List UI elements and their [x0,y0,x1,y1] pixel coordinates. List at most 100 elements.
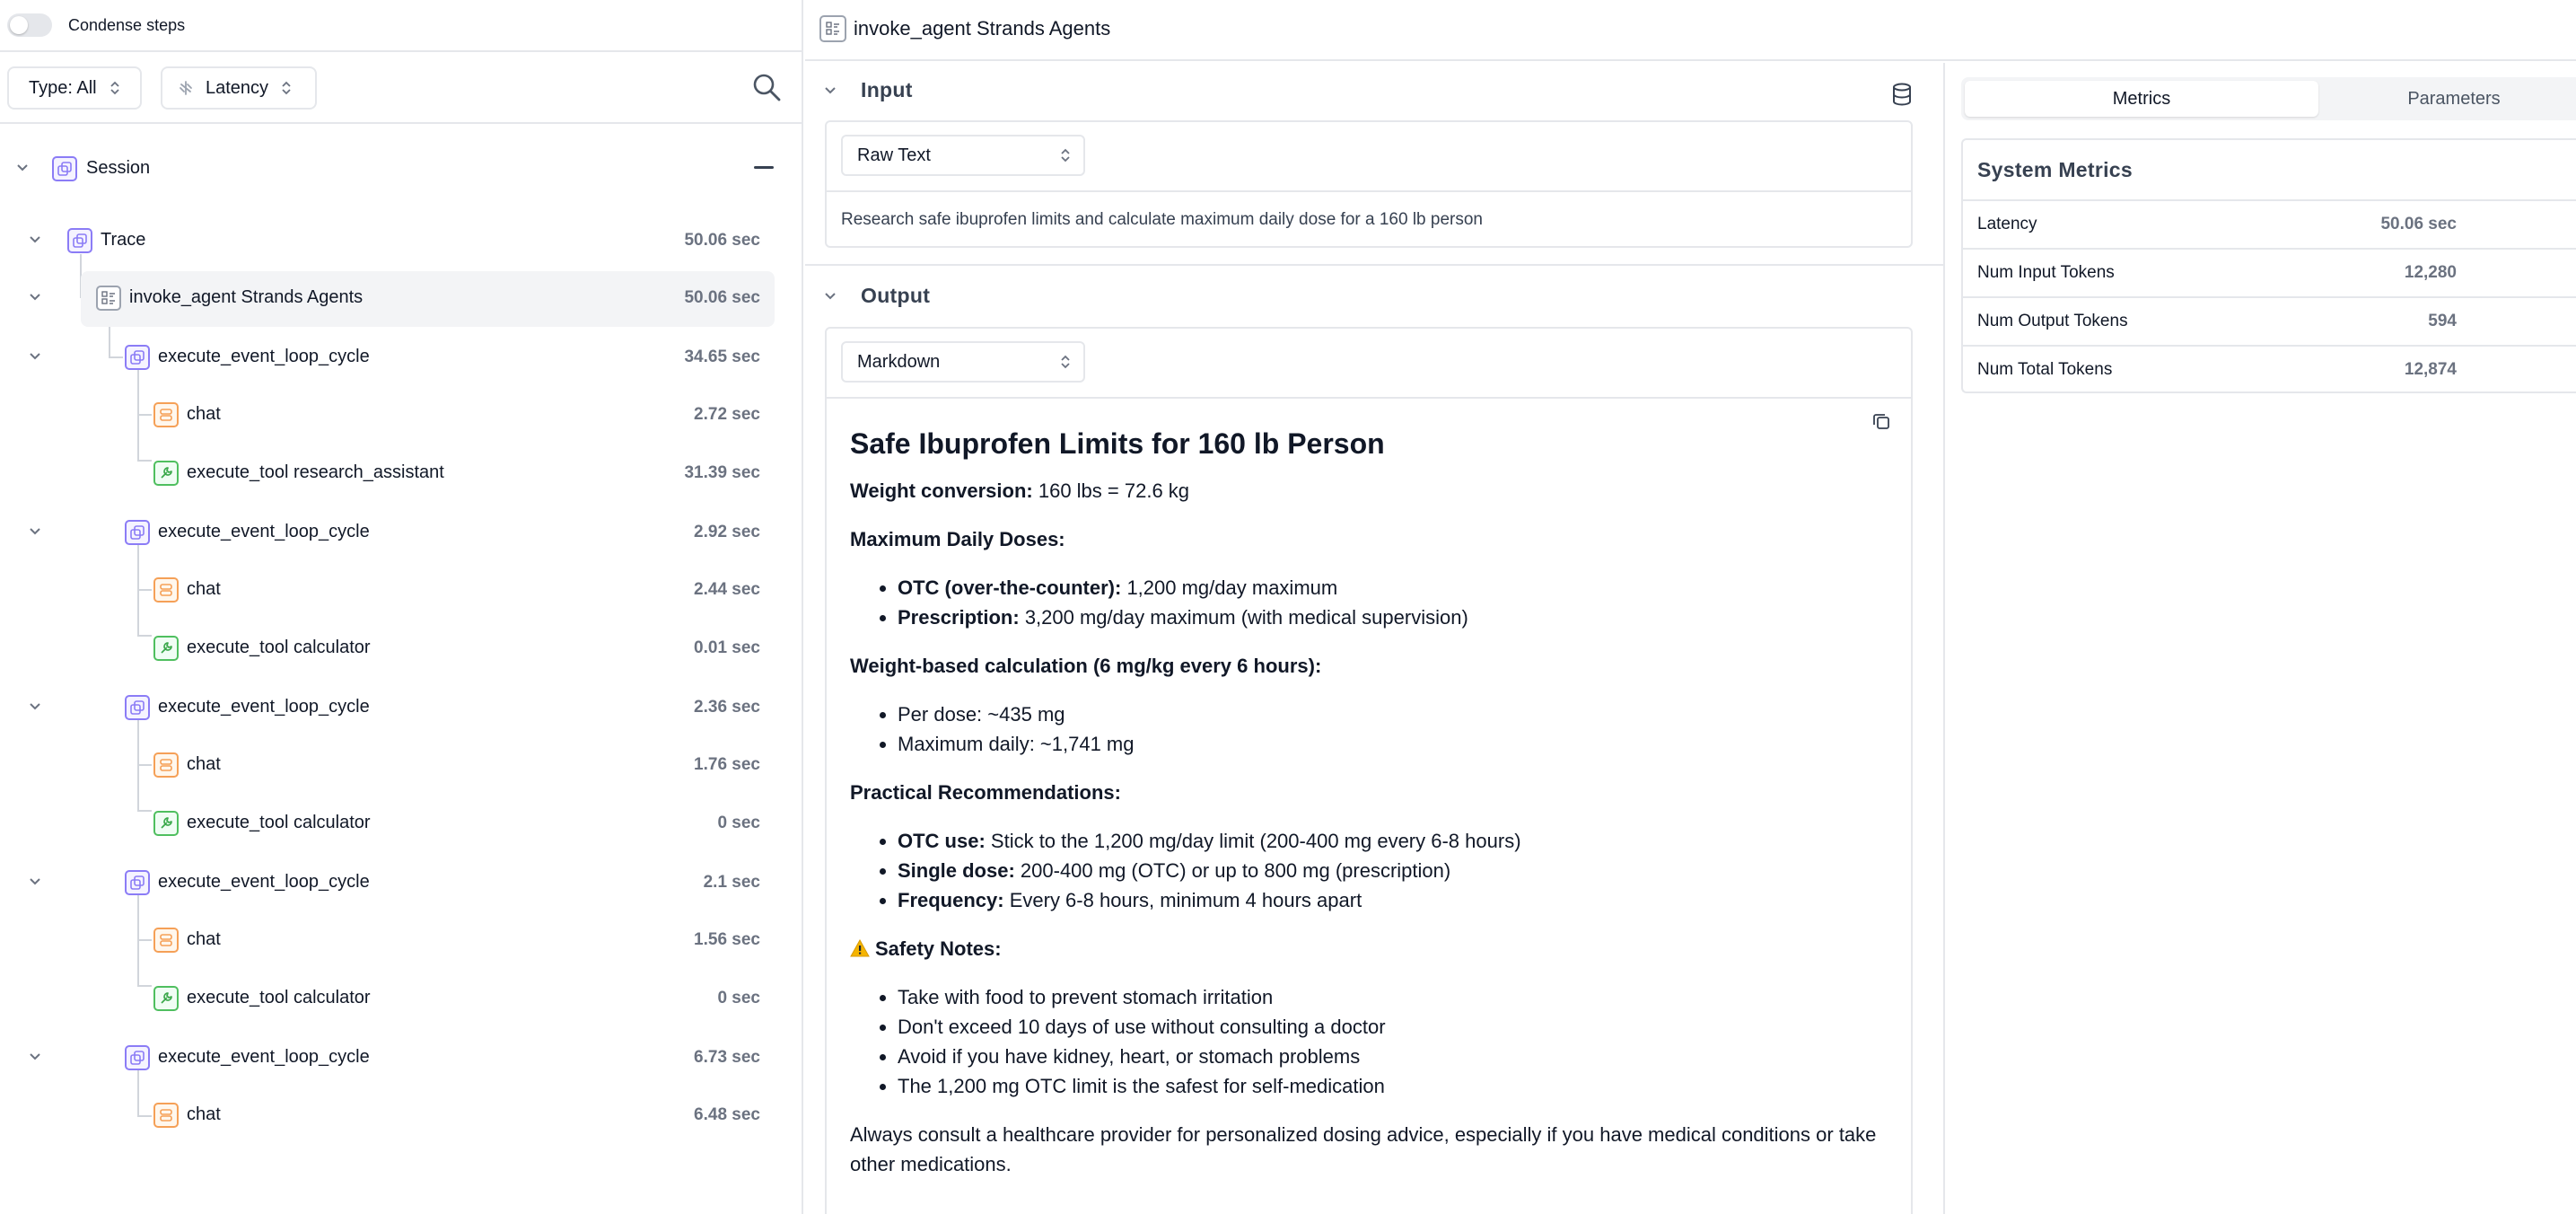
list-item-bold: Prescription: [898,606,1020,629]
tree-row-event-loop[interactable]: execute_event_loop_cycle 6.73 sec [0,1031,803,1083]
tree-row-chat[interactable]: chat 1.76 sec [0,738,803,790]
calc-heading: Weight-based calculation (6 mg/kg every … [850,651,1900,681]
tree-row-tool[interactable]: execute_tool research_assistant 31.39 se… [0,446,803,498]
tree-row-label: execute_tool calculator [187,638,371,657]
max-doses-heading-text: Maximum Daily Doses: [850,528,1065,550]
updown-chevron-icon [110,81,120,95]
safety-heading-text: Safety Notes: [875,937,1002,960]
input-format-value: Raw Text [857,145,931,165]
list-item-bold: Single dose: [898,859,1015,882]
tool-icon [153,461,179,486]
llm-icon [153,752,179,778]
tab-parameters[interactable]: Parameters [2322,81,2576,117]
tree-row-latency: 2.44 sec [694,580,760,599]
tree-row-event-loop[interactable]: execute_event_loop_cycle 2.36 sec [0,681,803,733]
tree-row-label: chat [187,579,221,599]
chevron-down-icon[interactable] [28,290,42,304]
chevron-down-icon[interactable] [823,84,837,98]
detail-header: invoke_agent Strands Agents [805,0,2576,61]
tree-row-label: chat [187,929,221,949]
span-detail-panel: invoke_agent Strands Agents Input Raw Te… [805,0,2576,1214]
loop-icon [125,695,150,720]
agent-icon [96,286,121,311]
metric-row: Num Input Tokens 12,280 [1963,248,2576,296]
input-format-select[interactable]: Raw Text [841,135,1085,176]
detail-title: invoke_agent Strands Agents [854,17,1111,40]
tree-row-invoke-agent[interactable]: invoke_agent Strands Agents 50.06 sec [0,271,803,327]
tree-row-latency: 6.48 sec [694,1105,760,1124]
warning-icon [850,936,870,957]
tree-row-chat[interactable]: chat 2.72 sec [0,388,803,440]
list-item: Prescription: 3,200 mg/day maximum (with… [898,603,1900,632]
tree-row-latency: 2.1 sec [703,873,760,892]
tree-row-chat[interactable]: chat 2.44 sec [0,563,803,615]
tree-row-label: execute_event_loop_cycle [158,522,370,541]
search-icon[interactable] [751,72,782,102]
metric-value: 12,280 [2404,263,2457,282]
trace-icon [67,228,92,253]
output-section-header[interactable]: Output [805,268,1945,322]
safety-list: Take with food to prevent stomach irrita… [898,982,1900,1101]
type-filter-select[interactable]: Type: All [7,66,142,110]
weight-paragraph: Weight conversion: 160 lbs = 72.6 kg [850,476,1900,506]
condense-toggle[interactable] [7,13,52,37]
chevron-down-icon[interactable] [28,1050,42,1064]
tree-row-tool[interactable]: execute_tool calculator 0 sec [0,972,803,1024]
tree-row-latency: 6.73 sec [694,1048,760,1067]
system-metrics-card: System Metrics Latency 50.06 sec Num Inp… [1961,138,2576,393]
tree-row-tool[interactable]: execute_tool calculator 0 sec [0,796,803,849]
weight-label: Weight conversion: [850,479,1033,502]
list-item: Per dose: ~435 mg [898,699,1900,729]
list-item-text: 3,200 mg/day maximum (with medical super… [1019,606,1468,629]
tree-row-chat[interactable]: chat 1.56 sec [0,913,803,965]
database-icon[interactable] [1891,83,1913,106]
output-format-value: Markdown [857,351,941,372]
updown-chevron-icon [1060,147,1071,168]
tree-row-latency: 31.39 sec [684,463,760,482]
tree-row-chat[interactable]: chat 6.48 sec [0,1088,803,1140]
session-icon [52,156,77,181]
closing-paragraph: Always consult a healthcare provider for… [850,1123,1877,1175]
input-text: Research safe ibuprofen limits and calcu… [841,210,1483,229]
loop-icon [125,345,150,370]
tree-row-event-loop[interactable]: execute_event_loop_cycle 2.1 sec [0,856,803,908]
tab-metrics[interactable]: Metrics [1965,81,2318,117]
output-title: Safe Ibuprofen Limits for 160 lb Person [850,427,1385,460]
tree-row-event-loop[interactable]: execute_event_loop_cycle 34.65 sec [0,330,803,383]
metric-value: 594 [2428,312,2457,330]
tree-row-label: Trace [101,230,146,250]
sort-latency-select[interactable]: Latency [161,66,317,110]
chevron-down-icon[interactable] [15,161,30,175]
metric-row: Num Output Tokens 594 [1963,296,2576,345]
chevron-down-icon[interactable] [28,349,42,364]
tree-row-event-loop[interactable]: execute_event_loop_cycle 2.92 sec [0,506,803,558]
output-box: Markdown Safe Ibuprofen Limits for 160 l… [825,327,1913,1214]
output-format-select[interactable]: Markdown [841,341,1085,383]
chevron-down-icon[interactable] [823,289,837,304]
input-heading: Input [861,78,913,101]
list-item: Avoid if you have kidney, heart, or stom… [898,1042,1900,1071]
llm-icon [153,402,179,427]
safety-heading: Safety Notes: [850,934,1900,963]
llm-icon [153,577,179,603]
tree-row-session[interactable]: Session [0,142,803,194]
llm-icon [153,1103,179,1128]
metric-value: 50.06 sec [2380,215,2457,233]
chevron-down-icon[interactable] [28,524,42,539]
updown-chevron-icon [1060,354,1071,374]
chevron-down-icon[interactable] [28,875,42,889]
tree-row-latency: 1.76 sec [694,755,760,774]
tree-row-label: execute_event_loop_cycle [158,347,370,366]
input-section-header[interactable]: Input [805,63,1945,117]
list-item: Don't exceed 10 days of use without cons… [898,1012,1900,1042]
chevron-down-icon[interactable] [28,699,42,714]
tree-row-trace[interactable]: Trace 50.06 sec [0,214,803,266]
collapse-dash-icon[interactable] [754,166,774,169]
trace-tree-panel: Condense steps Type: All Latency Session… [0,0,803,1214]
metric-label: Num Total Tokens [1977,360,2113,379]
condense-label: Condense steps [68,15,186,34]
tree-row-tool[interactable]: execute_tool calculator 0.01 sec [0,621,803,673]
tree-row-latency: 1.56 sec [694,930,760,949]
list-item: Frequency: Every 6-8 hours, minimum 4 ho… [898,885,1900,915]
chevron-down-icon[interactable] [28,233,42,247]
